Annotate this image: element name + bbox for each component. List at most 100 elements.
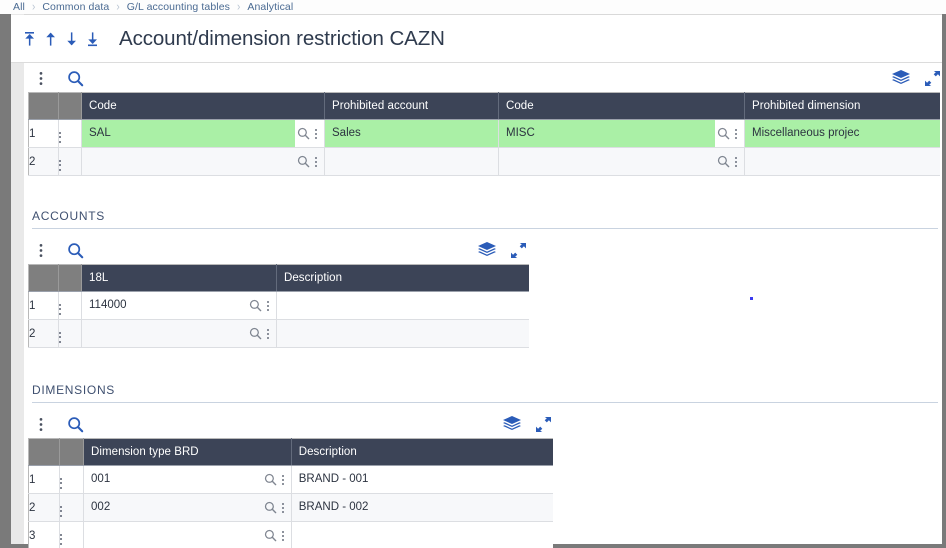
lookup-search-icon[interactable] <box>264 529 277 542</box>
kebab-menu-icon[interactable] <box>28 412 54 436</box>
column-header-prohibited-dimension[interactable]: Prohibited dimension <box>744 92 940 120</box>
cell-menu-icon[interactable] <box>733 128 739 139</box>
kebab-menu-icon[interactable] <box>28 66 54 90</box>
cell-value[interactable] <box>277 292 529 319</box>
expand-icon[interactable] <box>508 240 528 260</box>
cell-description[interactable] <box>276 319 529 348</box>
lookup-search-icon[interactable] <box>717 127 730 140</box>
previous-record-button[interactable] <box>40 24 61 54</box>
column-header-prohibited-account[interactable]: Prohibited account <box>324 92 499 120</box>
layers-icon[interactable] <box>890 67 912 89</box>
row-menu-button[interactable] <box>58 291 82 320</box>
cell-code-1[interactable] <box>81 147 325 176</box>
cell-description[interactable] <box>291 521 553 548</box>
lookup-search-icon[interactable] <box>297 127 310 140</box>
expand-icon[interactable] <box>922 68 942 88</box>
table-row[interactable]: 3 <box>28 521 553 548</box>
cell-menu-icon[interactable] <box>313 128 319 139</box>
table-row[interactable]: 1 114000 <box>28 291 529 320</box>
kebab-menu-icon[interactable] <box>28 238 54 262</box>
cell-menu-icon[interactable] <box>280 502 286 513</box>
lookup-search-icon[interactable] <box>249 299 262 312</box>
column-header-description[interactable]: Description <box>291 438 553 466</box>
cell-account-code[interactable] <box>81 319 277 348</box>
cell-value[interactable]: SAL <box>82 120 295 147</box>
column-header-code-1[interactable]: Code <box>81 92 325 120</box>
cell-dimension-code[interactable]: 002 <box>83 493 292 522</box>
cell-value[interactable]: 002 <box>84 494 262 521</box>
cell-code-2[interactable] <box>498 147 745 176</box>
cell-value[interactable] <box>277 320 529 347</box>
kebab-menu-icon[interactable] <box>60 477 63 489</box>
cell-description[interactable] <box>276 291 529 320</box>
row-menu-button[interactable] <box>59 521 85 548</box>
cell-prohibited-dimension[interactable] <box>744 147 940 176</box>
table-row[interactable]: 1 SAL Sales MISC Miscellaneous projec <box>28 119 940 148</box>
row-menu-button[interactable] <box>59 493 85 522</box>
cell-value[interactable] <box>745 148 940 175</box>
cell-value[interactable]: Miscellaneous projec <box>745 120 940 147</box>
cell-dimension-code[interactable]: 001 <box>83 465 292 494</box>
cell-menu-icon[interactable] <box>280 530 286 541</box>
cell-menu-icon[interactable] <box>265 300 271 311</box>
cell-value[interactable]: BRAND - 001 <box>292 466 553 493</box>
lookup-search-icon[interactable] <box>249 327 262 340</box>
kebab-menu-icon[interactable] <box>60 533 63 545</box>
kebab-menu-icon[interactable] <box>60 505 63 517</box>
search-icon[interactable] <box>60 238 90 262</box>
cell-value[interactable]: Sales <box>325 120 498 147</box>
cell-dimension-code[interactable] <box>83 521 292 548</box>
cell-prohibited-account[interactable] <box>324 147 499 176</box>
next-record-button[interactable] <box>61 24 82 54</box>
kebab-menu-icon[interactable] <box>59 131 61 143</box>
cell-value[interactable] <box>82 320 247 347</box>
column-header-dimension-type-brd[interactable]: Dimension type BRD <box>83 438 292 466</box>
cell-description[interactable]: BRAND - 002 <box>291 493 553 522</box>
expand-icon[interactable] <box>533 414 553 434</box>
kebab-menu-icon[interactable] <box>59 303 61 315</box>
column-header-18l[interactable]: 18L <box>81 264 277 292</box>
kebab-menu-icon[interactable] <box>59 331 61 343</box>
column-header-code-2[interactable]: Code <box>498 92 745 120</box>
cell-prohibited-account[interactable]: Sales <box>324 119 499 148</box>
table-row[interactable]: 1 001 BRAND - 001 <box>28 465 553 494</box>
lookup-search-icon[interactable] <box>264 473 277 486</box>
table-row[interactable]: 2 002 BRAND - 002 <box>28 493 553 522</box>
layers-icon[interactable] <box>476 239 498 261</box>
column-header-description[interactable]: Description <box>276 264 529 292</box>
row-menu-button[interactable] <box>58 119 82 148</box>
cell-prohibited-dimension[interactable]: Miscellaneous projec <box>744 119 940 148</box>
layers-icon[interactable] <box>501 413 523 435</box>
cell-menu-icon[interactable] <box>313 156 319 167</box>
last-record-button[interactable] <box>82 24 103 54</box>
breadcrumb-item-all[interactable]: All <box>13 1 25 13</box>
cell-value[interactable] <box>325 148 498 175</box>
cell-account-code[interactable]: 114000 <box>81 291 277 320</box>
cell-value[interactable]: 001 <box>84 466 262 493</box>
cell-value[interactable] <box>292 522 553 548</box>
row-menu-button[interactable] <box>58 319 82 348</box>
cell-value[interactable]: MISC <box>499 120 715 147</box>
cell-value[interactable] <box>499 148 715 175</box>
kebab-menu-icon[interactable] <box>59 159 61 171</box>
cell-code-1[interactable]: SAL <box>81 119 325 148</box>
cell-description[interactable]: BRAND - 001 <box>291 465 553 494</box>
breadcrumb-item-common-data[interactable]: Common data <box>42 1 109 13</box>
cell-menu-icon[interactable] <box>280 474 286 485</box>
lookup-search-icon[interactable] <box>717 155 730 168</box>
cell-code-2[interactable]: MISC <box>498 119 745 148</box>
search-icon[interactable] <box>60 66 90 90</box>
breadcrumb-item-analytical[interactable]: Analytical <box>247 1 293 13</box>
lookup-search-icon[interactable] <box>297 155 310 168</box>
first-record-button[interactable] <box>19 24 40 54</box>
cell-value[interactable]: 114000 <box>82 292 247 319</box>
row-menu-button[interactable] <box>58 147 82 176</box>
cell-menu-icon[interactable] <box>265 328 271 339</box>
breadcrumb-item-gl-accounting-tables[interactable]: G/L accounting tables <box>127 1 230 13</box>
search-icon[interactable] <box>60 412 90 436</box>
table-row[interactable]: 2 <box>28 147 940 176</box>
cell-menu-icon[interactable] <box>733 156 739 167</box>
row-menu-button[interactable] <box>59 465 85 494</box>
cell-value[interactable] <box>84 522 262 548</box>
lookup-search-icon[interactable] <box>264 501 277 514</box>
